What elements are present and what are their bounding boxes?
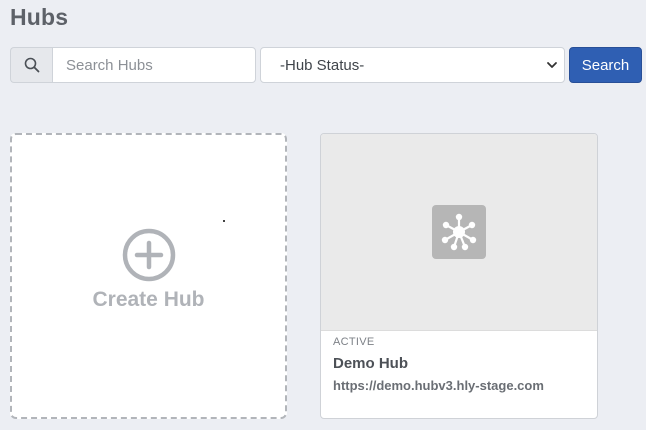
search-icon xyxy=(24,57,39,73)
search-button[interactable]: Search xyxy=(569,47,642,83)
hub-url[interactable]: https://demo.hubv3.hly-stage.com xyxy=(333,378,544,393)
hub-status: ACTIVE xyxy=(333,336,375,348)
hub-card[interactable]: ACTIVE Demo Hub https://demo.hubv3.hly-s… xyxy=(320,133,598,419)
search-addon xyxy=(10,47,52,83)
page-title: Hubs xyxy=(10,4,69,30)
hubs-page: Hubs -Hub Status- Search Create Hub xyxy=(0,0,646,430)
stray-dot xyxy=(223,220,225,222)
hub-status-selected: -Hub Status- xyxy=(280,56,365,74)
chevron-down-icon xyxy=(547,62,557,68)
plus-circle-icon xyxy=(122,228,176,282)
search-input[interactable] xyxy=(52,47,256,83)
create-hub-card[interactable]: Create Hub xyxy=(10,133,287,419)
hub-thumbnail xyxy=(321,134,597,331)
create-hub-label: Create Hub xyxy=(92,288,205,311)
hub-name[interactable]: Demo Hub xyxy=(333,355,408,372)
hub-status-select[interactable]: -Hub Status- xyxy=(260,47,565,83)
network-hub-icon xyxy=(432,205,486,259)
